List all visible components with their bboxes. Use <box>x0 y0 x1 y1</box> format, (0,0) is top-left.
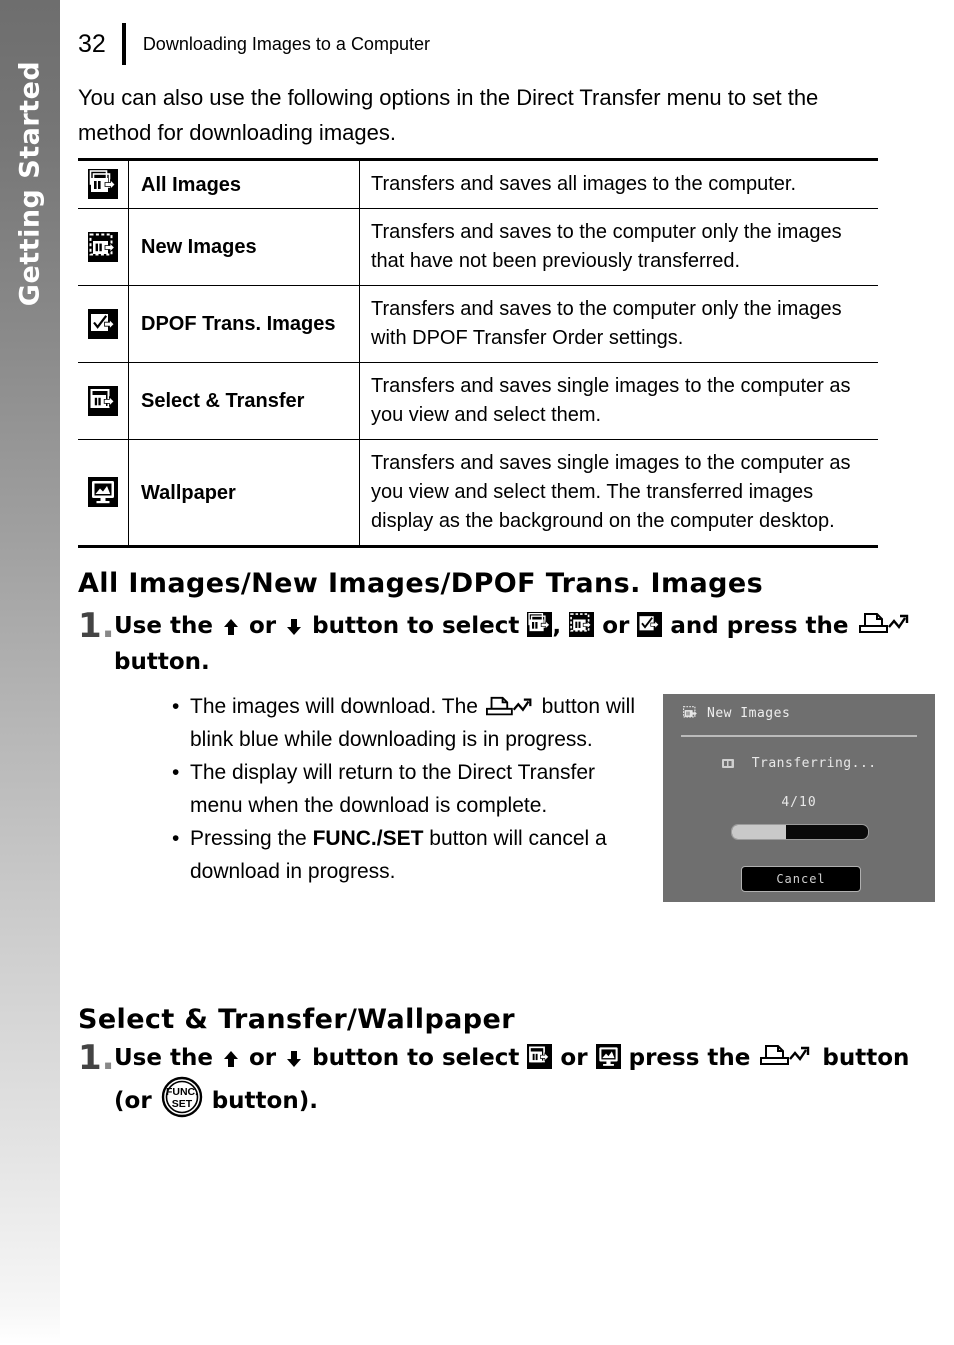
all-images-icon <box>527 612 553 637</box>
step-text-part: button to select <box>312 613 520 639</box>
lcd-progress-count: 4/10 <box>781 795 817 810</box>
bullet-marker: • <box>172 827 180 850</box>
step-text-part: press the <box>628 1045 751 1071</box>
lcd-cancel-button[interactable]: Cancel <box>741 866 861 892</box>
list-item: • Pressing the FUNC./SET button will can… <box>172 822 642 888</box>
option-description: Transfers and saves to the computer only… <box>359 285 878 363</box>
option-description: Transfers and saves all images to the co… <box>359 158 878 209</box>
bullet-text-before: The images will download. The <box>190 695 478 718</box>
bullet-marker: • <box>172 695 180 718</box>
option-name: DPOF Trans. Images <box>128 285 360 363</box>
step-text-part: button to select <box>312 1045 520 1071</box>
select-transfer-icon <box>527 1044 553 1069</box>
dpof-trans-images-icon <box>88 308 118 339</box>
up-arrow-icon <box>221 1049 241 1069</box>
intro-paragraph: You can also use the following options i… <box>78 85 819 145</box>
lcd-title-row: New Images <box>683 706 790 721</box>
table-row: Select & Transfer Transfers and saves si… <box>78 362 878 440</box>
svg-text:FUNC.: FUNC. <box>166 1086 198 1098</box>
step-select-transfer: 1. Use the or button to select or press … <box>78 1040 938 1119</box>
list-item: • The display will return to the Direct … <box>172 756 642 822</box>
list-item: • The images will download. The button w… <box>172 690 642 756</box>
option-name: All Images <box>128 158 360 209</box>
step-text-part: and press the <box>670 613 849 639</box>
direct-transfer-options-table: All Images Transfers and saves all image… <box>78 158 878 548</box>
wallpaper-icon <box>595 1044 621 1069</box>
option-description: Transfers and saves single images to the… <box>359 439 878 548</box>
up-arrow-icon <box>221 617 241 637</box>
step-text-part: or <box>602 613 630 639</box>
table-row: New Images Transfers and saves to the co… <box>78 208 878 286</box>
row-icon-cell <box>78 158 129 209</box>
table-row: Wallpaper Transfers and saves single ima… <box>78 439 878 548</box>
step-text-part: or <box>248 613 277 639</box>
svg-text:SET: SET <box>171 1098 192 1110</box>
step-text-part: or <box>560 1045 588 1071</box>
list-item-text: The images will download. The button wil… <box>190 690 642 756</box>
section-heading-select-transfer: Select & Transfer/Wallpaper <box>78 1004 515 1035</box>
step-text-part: button). <box>211 1088 318 1114</box>
lcd-status-row: Transferring... <box>663 756 935 771</box>
lcd-progress-bar <box>731 824 869 840</box>
step-text: Use the or button to select , or and pre… <box>114 608 938 680</box>
step-text-part: button. <box>114 649 210 675</box>
bullet-marker: • <box>172 761 180 784</box>
option-name: Select & Transfer <box>128 362 360 440</box>
transfer-spinner-icon <box>721 757 735 771</box>
step-number: 1. <box>78 606 115 646</box>
header-divider <box>121 23 126 65</box>
bullet-text-before: Pressing the <box>190 827 307 850</box>
option-description: Transfers and saves to the computer only… <box>359 208 878 286</box>
new-images-icon <box>569 612 595 637</box>
step-text-part: , <box>552 613 562 639</box>
row-icon-cell <box>78 362 129 440</box>
new-images-icon <box>683 706 700 721</box>
func-set-label: FUNC./SET <box>312 827 424 850</box>
table-row: DPOF Trans. Images Transfers and saves t… <box>78 285 878 363</box>
page-content: 32 Downloading Images to a Computer You … <box>60 0 954 1345</box>
lcd-divider <box>681 735 917 737</box>
lcd-status-text: Transferring... <box>751 756 877 771</box>
all-images-icon <box>88 169 118 199</box>
list-item-text: Pressing the FUNC./SET button will cance… <box>190 822 642 888</box>
notes-bullet-list: • The images will download. The button w… <box>172 690 642 888</box>
step-text-part: Use the <box>114 1045 213 1071</box>
step-text-part: or <box>248 1045 277 1071</box>
row-icon-cell <box>78 208 129 286</box>
option-name: New Images <box>128 208 360 286</box>
wallpaper-icon <box>88 477 118 507</box>
list-item-text: The display will return to the Direct Tr… <box>190 761 595 817</box>
side-tab: Getting Started <box>0 0 60 1345</box>
section-heading-all-images: All Images/New Images/DPOF Trans. Images <box>78 568 764 599</box>
row-icon-cell <box>78 285 129 363</box>
print-transfer-button-icon <box>484 695 536 719</box>
page-header: 32 Downloading Images to a Computer <box>78 22 430 66</box>
down-arrow-icon <box>284 617 304 637</box>
option-description: Transfers and saves single images to the… <box>359 362 878 440</box>
camera-lcd-screenshot: New Images Transferring... 4/10 Cancel <box>663 694 935 902</box>
page-number: 32 <box>78 29 106 58</box>
lcd-progress-fill <box>732 825 787 839</box>
down-arrow-icon <box>284 1049 304 1069</box>
page-title: Downloading Images to a Computer <box>142 33 430 54</box>
option-name: Wallpaper <box>128 439 360 548</box>
select-transfer-icon <box>88 385 118 416</box>
new-images-icon <box>88 231 118 262</box>
lcd-title: New Images <box>707 706 791 721</box>
step-all-images: 1. Use the or button to select , or and … <box>78 608 938 680</box>
step-text: Use the or button to select or press the… <box>114 1040 938 1119</box>
dpof-trans-images-icon <box>637 612 663 637</box>
print-transfer-button-icon <box>857 611 913 637</box>
side-tab-label: Getting Started <box>14 60 46 307</box>
step-number: 1. <box>78 1038 115 1078</box>
print-transfer-button-icon <box>758 1043 814 1069</box>
step-text-part: Use the <box>114 613 213 639</box>
func-set-button-icon: FUNC. SET <box>160 1076 204 1118</box>
row-icon-cell <box>78 439 129 548</box>
table-row: All Images Transfers and saves all image… <box>78 158 878 209</box>
